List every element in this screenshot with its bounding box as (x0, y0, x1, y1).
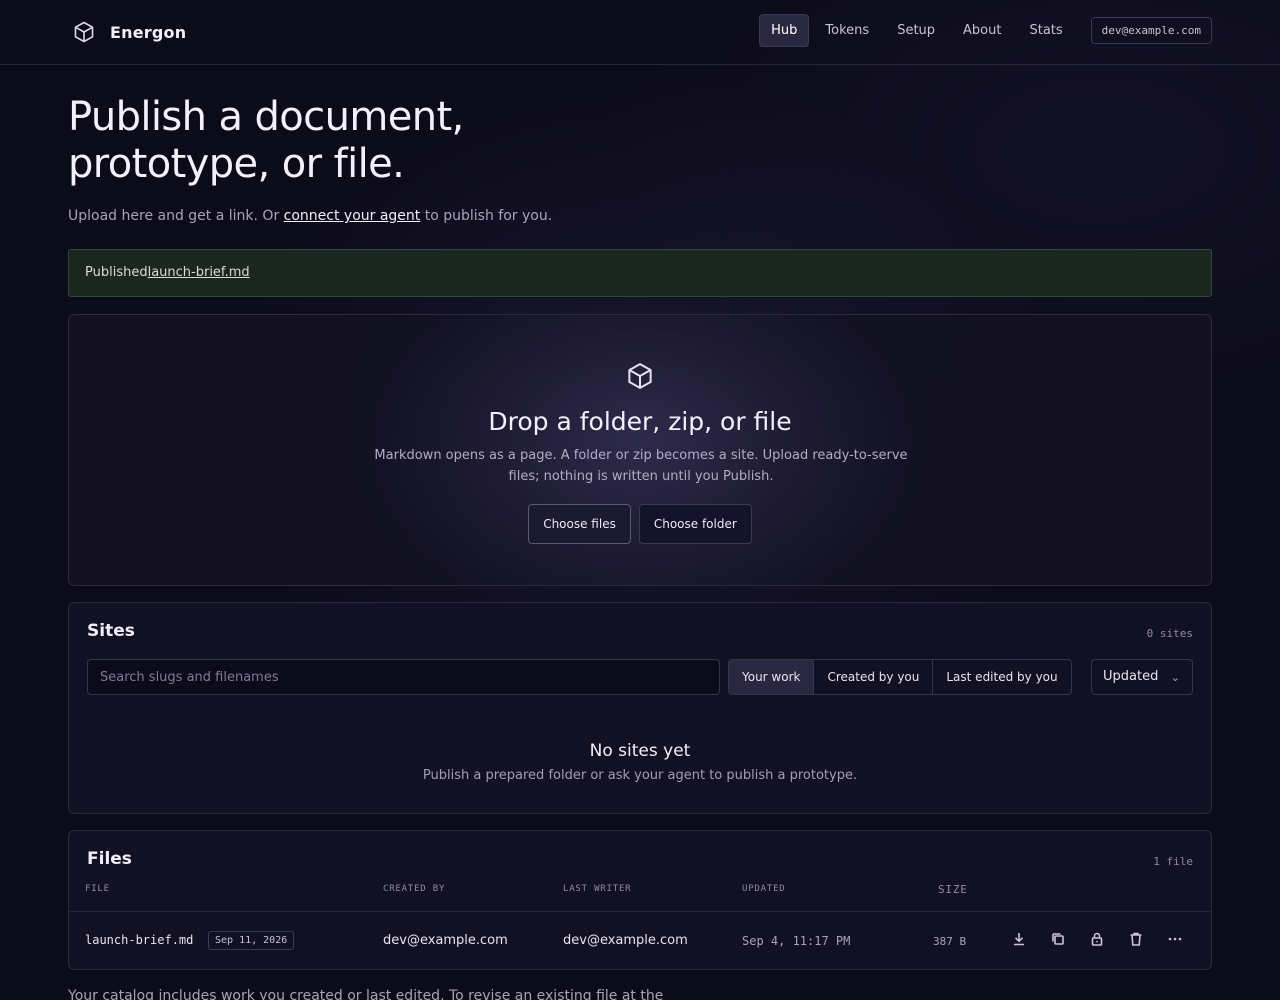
sites-empty-title: No sites yet (589, 741, 691, 761)
user-account-button[interactable]: dev@example.com (1090, 17, 1212, 44)
file-updated: Sep 4, 11:17 PM (742, 934, 851, 948)
dropzone-description: Markdown opens as a page. A folder or zi… (374, 448, 908, 484)
page-title-line1: Publish a document, (68, 94, 464, 140)
file-name[interactable]: launch-brief.md (85, 933, 193, 947)
more-icon[interactable] (1167, 931, 1183, 947)
row-actions (1011, 931, 1183, 947)
notice-prefix: Published (85, 265, 148, 280)
sites-count: 0 sites (1146, 627, 1193, 640)
brand[interactable]: Energon (72, 20, 186, 44)
copy-icon[interactable] (1050, 931, 1066, 947)
files-count: 1 file (1153, 855, 1193, 868)
nav-tokens[interactable]: Tokens (813, 14, 881, 47)
column-header-last-writer: Last writer (563, 884, 632, 894)
published-file-link[interactable]: launch-brief.md (148, 265, 250, 280)
page-title-line2: prototype, or file. (68, 141, 405, 187)
sites-empty-subtitle: Publish a prepared folder or ask your ag… (422, 768, 858, 783)
chevron-down-icon: ⌄ (1170, 671, 1180, 684)
column-header-updated: Updated (742, 884, 786, 894)
top-bar: Energon Hub Tokens Setup About Stats dev… (0, 0, 1280, 65)
page-subtitle: Upload here and get a link. Or connect y… (68, 208, 552, 224)
sites-panel: Sites 0 sites Your work Created by you L… (68, 602, 1212, 814)
download-icon[interactable] (1011, 931, 1027, 947)
filter-your-work[interactable]: Your work (729, 660, 815, 694)
filter-last-edited-by-you[interactable]: Last edited by you (933, 660, 1070, 694)
brand-name: Energon (110, 22, 187, 42)
nav-about[interactable]: About (951, 14, 1013, 47)
connect-agent-link[interactable]: connect your agent (284, 208, 421, 224)
table-divider (69, 911, 1211, 912)
cube-icon (628, 363, 652, 389)
filter-created-by-you[interactable]: Created by you (814, 660, 934, 694)
file-last-writer: dev@example.com (563, 933, 688, 948)
file-size: 387 B (933, 935, 967, 948)
column-header-file: File (85, 884, 110, 894)
catalog-footer-note: Your catalog includes work you created o… (68, 988, 664, 1000)
upload-dropzone[interactable]: Drop a folder, zip, or file Markdown ope… (68, 314, 1212, 586)
sites-title: Sites (87, 621, 135, 641)
dropzone-buttons: Choose files Choose folder (69, 504, 1211, 544)
file-created-by: dev@example.com (383, 933, 508, 948)
nav-setup[interactable]: Setup (885, 14, 947, 47)
cube-logo-icon (74, 21, 94, 43)
choose-files-button[interactable]: Choose files (528, 504, 631, 544)
column-header-size: SIZE (938, 883, 968, 896)
main-nav: Hub Tokens Setup About Stats dev@example… (759, 14, 1212, 47)
trash-icon[interactable] (1128, 931, 1144, 947)
nav-stats[interactable]: Stats (1017, 14, 1074, 47)
sort-select-value: Updated (1103, 669, 1159, 684)
dropzone-title: Drop a folder, zip, or file (488, 407, 792, 436)
column-header-created-by: Created by (383, 884, 446, 894)
files-title: Files (87, 849, 132, 869)
sites-search-input[interactable] (87, 659, 720, 695)
published-notice: Publishedlaunch-brief.md (68, 249, 1212, 297)
subtitle-text-before: Upload here and get a link. Or (68, 208, 284, 224)
sort-select[interactable]: Updated ⌄ (1091, 659, 1193, 695)
page-title: Publish a document, prototype, or file. (68, 94, 628, 188)
sites-filter-tabs: Your work Created by you Last edited by … (728, 659, 1072, 695)
subtitle-text-after: to publish for you. (420, 208, 553, 224)
files-panel: Files 1 file File Created by Last writer… (68, 830, 1212, 970)
expiry-badge: Sep 11, 2026 (208, 931, 295, 950)
lock-icon[interactable] (1089, 931, 1105, 947)
nav-hub[interactable]: Hub (759, 14, 810, 47)
choose-folder-button[interactable]: Choose folder (638, 504, 752, 544)
